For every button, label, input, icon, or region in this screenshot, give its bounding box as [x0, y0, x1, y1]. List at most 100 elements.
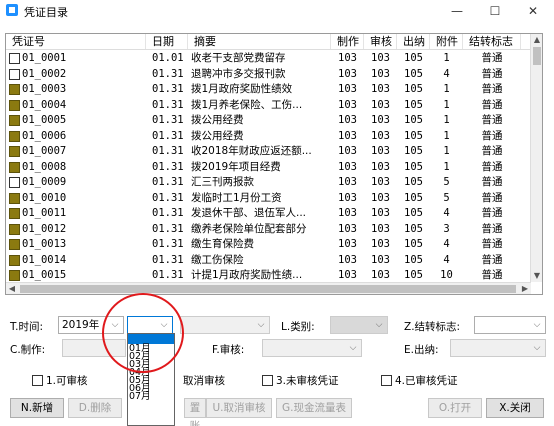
table-row[interactable]: 01_0008 01.31 拨2019年项目经费 103 103 105 1 普通: [6, 160, 531, 176]
maker-cell: 103: [338, 67, 357, 80]
carry-flag-cell: 普通: [481, 222, 503, 235]
attachments-cell: 1: [443, 98, 450, 111]
set-button[interactable]: 置账: [184, 398, 206, 426]
date-cell: 01.31: [152, 114, 184, 126]
cashflow-button[interactable]: G.现金流量表: [276, 398, 352, 418]
table-row[interactable]: 01_0001 01.01 收老干支部党费留存 103 103 105 1 普通: [6, 51, 531, 67]
checkbox-box[interactable]: [32, 375, 43, 386]
scroll-up-icon[interactable]: ▲: [531, 34, 542, 46]
audit-select[interactable]: ⌵: [262, 339, 362, 357]
voucher-code-cell: 01_0011: [6, 206, 146, 222]
summary-cell: 拨1月养老保险、工伤...: [191, 98, 303, 111]
carry-flag-cell: 普通: [481, 98, 503, 111]
category-select[interactable]: ⌵: [330, 316, 388, 334]
voucher-code: 01_0006: [22, 129, 67, 142]
voucher-code: 01_0009: [22, 176, 67, 188]
maker-cell: 103: [338, 222, 357, 235]
col-header-audit[interactable]: 审核: [364, 34, 397, 49]
attachments-cell: 3: [443, 222, 450, 235]
carry-flag-cell: 普通: [481, 207, 503, 219]
table-row[interactable]: 01_0003 01.31 拨1月政府奖励性绩效 103 103 105 1 普通: [6, 82, 531, 98]
date-cell: 01.31: [152, 207, 184, 219]
table-row[interactable]: 01_0010 01.31 发临时工1月份工资 103 103 105 5 普通: [6, 191, 531, 207]
horizontal-scroll-thumb[interactable]: [20, 285, 516, 293]
close-window-button[interactable]: ✕: [514, 0, 552, 22]
col-header-attachments[interactable]: 附件: [430, 34, 463, 49]
title-bar: 凭证目录 — ☐ ✕: [0, 0, 554, 22]
voucher-code: 01_0007: [22, 145, 67, 157]
voucher-code: 01_0010: [22, 191, 67, 204]
app-icon: [6, 4, 18, 16]
col-header-date[interactable]: 日期: [146, 34, 188, 49]
time-range-select[interactable]: ⌵: [180, 316, 270, 334]
audited-checkbox[interactable]: 4.已审核凭证: [381, 373, 458, 388]
summary-cell: 拨1月政府奖励性绩效: [191, 83, 293, 95]
vertical-scroll-thumb[interactable]: [533, 47, 541, 65]
attachments-cell: 4: [443, 238, 450, 250]
table-row[interactable]: 01_0009 01.31 汇三刊两报款 103 103 105 5 普通: [6, 175, 531, 191]
col-header-carry-flag[interactable]: 结转标志: [463, 34, 521, 49]
table-row[interactable]: 01_0014 01.31 缴工伤保险 103 103 105 4 普通: [6, 253, 531, 269]
cancel-audit-checkbox[interactable]: 取消审核: [183, 373, 225, 388]
col-header-cashier[interactable]: 出纳: [397, 34, 430, 49]
cashier-cell: 105: [404, 222, 423, 235]
scroll-down-icon[interactable]: ▼: [531, 270, 542, 282]
maker-cell: 103: [338, 253, 357, 266]
year-value: 2019年: [62, 319, 100, 331]
table-row[interactable]: 01_0002 01.31 退聘冲市多交报刊款 103 103 105 4 普通: [6, 67, 531, 83]
minimize-button[interactable]: —: [438, 0, 476, 22]
voucher-flag-icon: [9, 99, 20, 111]
audit-cell: 103: [371, 114, 390, 126]
audit-cell: 103: [371, 222, 390, 235]
vertical-scrollbar[interactable]: ▲ ▼: [530, 34, 542, 282]
table-row[interactable]: 01_0011 01.31 发退休干部、退伍军人... 103 103 105 4 普通: [6, 206, 531, 222]
col-header-maker[interactable]: 制作: [331, 34, 364, 49]
col-header-summary[interactable]: 摘要: [188, 34, 331, 49]
cancel-audit-label: 取消审核: [183, 375, 225, 387]
maximize-button[interactable]: ☐: [476, 0, 514, 22]
checkbox-box[interactable]: [381, 375, 392, 386]
new-button[interactable]: N.新增: [10, 398, 64, 418]
checkbox-box[interactable]: [262, 375, 273, 386]
audit-cell: 103: [371, 52, 390, 64]
table-row[interactable]: 01_0013 01.31 缴生育保险费 103 103 105 4 普通: [6, 237, 531, 253]
maker-cell: 103: [338, 160, 357, 173]
voucher-flag-icon: [9, 68, 20, 80]
table-row[interactable]: 01_0005 01.31 拨公用经费 103 103 105 1 普通: [6, 113, 531, 129]
horizontal-scrollbar[interactable]: ◀ ▶: [6, 282, 531, 294]
chevron-down-icon: ⌵: [375, 320, 383, 330]
voucher-table[interactable]: 凭证号 日期 摘要 制作 审核 出纳 附件 结转标志 01_0001 01.01 收…: [5, 33, 543, 295]
voucher-code-cell: 01_0006: [6, 129, 146, 145]
can-audit-checkbox[interactable]: 1.可审核: [32, 373, 88, 388]
table-row[interactable]: 01_0007 01.31 收2018年财政应返还额... 103 103 105 1 普通: [6, 144, 531, 160]
cashier-cell: 105: [404, 253, 423, 266]
carry-flag-cell: 普通: [481, 238, 503, 250]
month-option[interactable]: 07月: [128, 392, 174, 402]
voucher-code-cell: 01_0005: [6, 113, 146, 129]
attachments-cell: 4: [443, 253, 450, 266]
voucher-code-cell: 01_0013: [6, 237, 146, 253]
audited-label: 4.已审核凭证: [395, 375, 458, 387]
col-header-code[interactable]: 凭证号: [6, 34, 146, 49]
voucher-flag-icon: [9, 130, 20, 142]
table-row[interactable]: 01_0006 01.31 拨公用经费 103 103 105 1 普通: [6, 129, 531, 145]
maker-cell: 103: [338, 98, 357, 111]
audit-cell: 103: [371, 238, 390, 250]
carry-flag-select[interactable]: ⌵: [474, 316, 546, 334]
table-row[interactable]: 01_0004 01.31 拨1月养老保险、工伤... 103 103 105 1 普通: [6, 98, 531, 114]
voucher-flag-icon: [9, 115, 20, 127]
delete-button[interactable]: D.删除: [68, 398, 122, 418]
table-row[interactable]: 01_0012 01.31 缴养老保险单位配套部分 103 103 105 3 普通: [6, 222, 531, 238]
close-button[interactable]: X.关闭: [486, 398, 544, 418]
maker-cell: 103: [338, 145, 357, 157]
cashier-cell: 105: [404, 52, 423, 64]
scroll-right-icon[interactable]: ▶: [519, 283, 531, 294]
cancel-audit-button[interactable]: U.取消审核: [206, 398, 272, 418]
summary-cell: 收老干支部党费留存: [191, 52, 286, 64]
voucher-code-cell: 01_0012: [6, 222, 146, 238]
unaudited-checkbox[interactable]: 3.未审核凭证: [262, 373, 339, 388]
scroll-left-icon[interactable]: ◀: [6, 283, 18, 294]
cashier-select[interactable]: ⌵: [450, 339, 546, 357]
open-button[interactable]: O.打开: [428, 398, 482, 418]
chevron-down-icon: ⌵: [533, 343, 541, 353]
